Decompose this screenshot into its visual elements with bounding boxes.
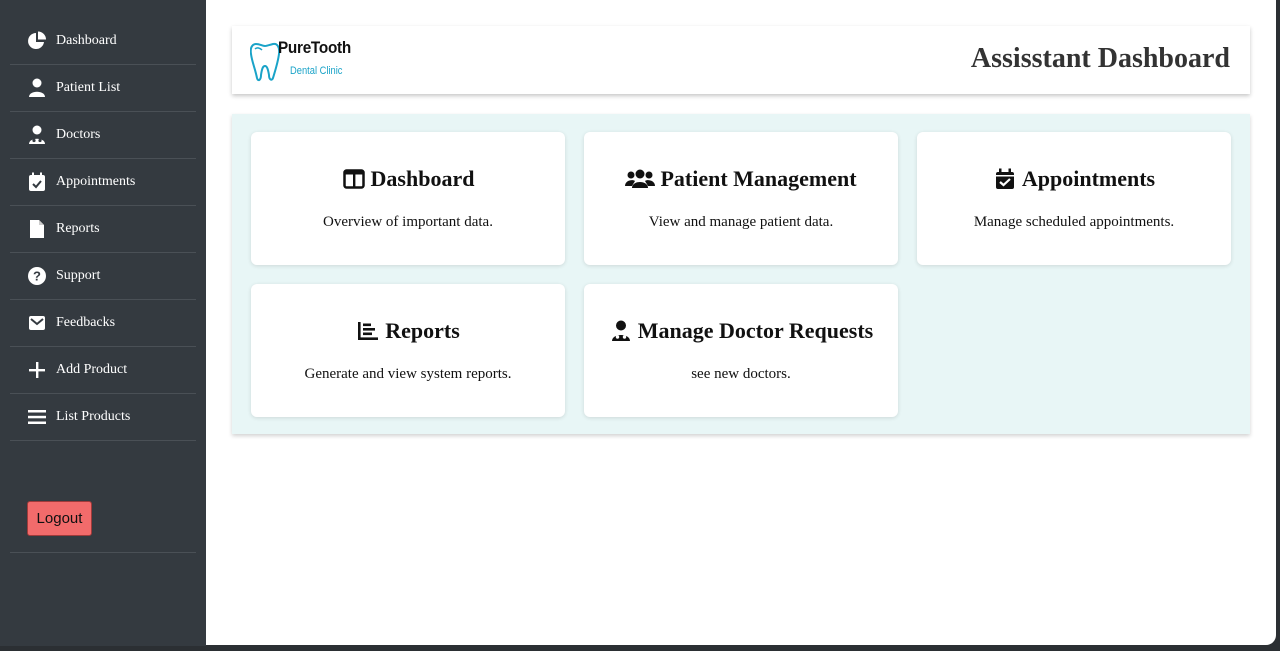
user-icon (26, 77, 48, 99)
card-appointments[interactable]: Appointments Manage scheduled appointmen… (917, 132, 1231, 265)
logo-subtitle: Dental Clinic (290, 65, 343, 77)
chart-list-icon (356, 319, 380, 343)
sidebar-item-label: List Products (56, 409, 131, 424)
svg-text:?: ? (33, 269, 41, 284)
card-description: View and manage patient data. (648, 214, 834, 230)
card-title: Patient Management (660, 166, 857, 191)
card-description: Overview of important data. (323, 214, 493, 230)
sidebar-item-label: Support (56, 268, 101, 283)
file-icon (26, 218, 48, 240)
sidebar-item-doctors[interactable]: Doctors (10, 112, 196, 159)
sidebar-item-label: Doctors (56, 127, 101, 142)
columns-icon (342, 167, 366, 191)
card-manage-doctor-requests[interactable]: Manage Doctor Requests see new doctors. (584, 284, 898, 417)
card-description: Manage scheduled appointments. (973, 214, 1175, 230)
bars-icon (26, 406, 48, 428)
sidebar-item-patient-list[interactable]: Patient List (10, 65, 196, 112)
calendar-check-icon (993, 167, 1017, 191)
sidebar-item-dashboard[interactable]: Dashboard (10, 18, 196, 65)
sidebar-item-list-products[interactable]: List Products (10, 394, 196, 441)
sidebar-item-add-product[interactable]: Add Product (10, 347, 196, 394)
card-patient-management[interactable]: Patient Management View and manage patie… (584, 132, 898, 265)
doctor-icon (26, 124, 48, 146)
card-description: see new doctors. (691, 366, 791, 382)
card-description: Generate and view system reports. (304, 366, 512, 382)
sidebar-item-support[interactable]: ? Support (10, 253, 196, 300)
logout-section: Logout (10, 486, 196, 553)
pie-chart-icon (26, 30, 48, 52)
sidebar-item-label: Reports (56, 221, 100, 236)
window-bottom-edge (0, 646, 1280, 651)
header: PureTooth Dental Clinic Assisstant Dashb… (232, 26, 1250, 94)
logout-button[interactable]: Logout (27, 501, 92, 536)
sidebar-item-appointments[interactable]: Appointments (10, 159, 196, 206)
card-title: Dashboard (370, 166, 475, 191)
users-icon (625, 167, 656, 191)
sidebar-item-label: Appointments (56, 174, 136, 189)
sidebar-item-label: Dashboard (56, 33, 117, 48)
card-title: Appointments (1021, 166, 1156, 191)
sidebar: Dashboard Patient List Doctors Appointme… (0, 0, 206, 651)
question-circle-icon: ? (26, 265, 48, 287)
sidebar-item-label: Patient List (56, 80, 121, 95)
card-dashboard[interactable]: Dashboard Overview of important data. (251, 132, 565, 265)
sidebar-item-label: Add Product (56, 362, 128, 377)
card-title: Manage Doctor Requests (637, 318, 874, 343)
sidebar-item-label: Feedbacks (56, 315, 116, 330)
card-title: Reports (385, 318, 460, 343)
sidebar-item-feedbacks[interactable]: Feedbacks (10, 300, 196, 347)
sidebar-item-reports[interactable]: Reports (10, 206, 196, 253)
logo-name: PureTooth (278, 38, 351, 57)
cards-panel: Dashboard Overview of important data. Pa… (232, 114, 1250, 434)
main-content: PureTooth Dental Clinic Assisstant Dashb… (206, 0, 1276, 645)
calendar-check-icon (26, 171, 48, 193)
envelope-icon (26, 312, 48, 334)
clinic-logo[interactable]: PureTooth Dental Clinic (249, 38, 360, 84)
page-title: Assisstant Dashboard (970, 43, 1230, 74)
plus-icon (26, 359, 48, 381)
card-reports[interactable]: Reports Generate and view system reports… (251, 284, 565, 417)
doctor-icon (609, 319, 633, 343)
